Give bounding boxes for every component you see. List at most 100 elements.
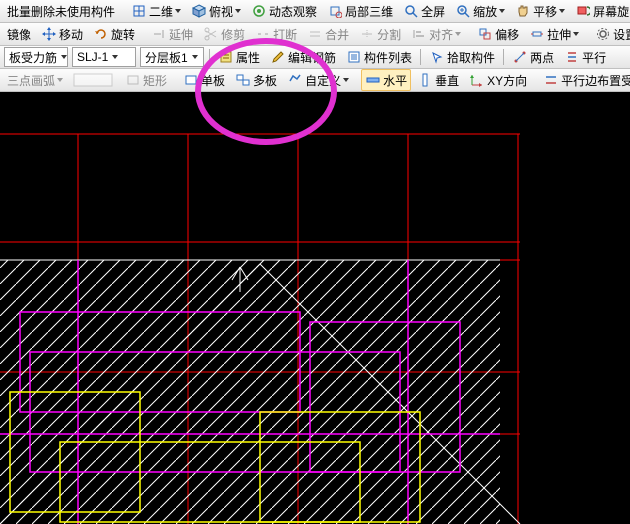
offset-label: 偏移 [495,26,519,43]
merge-icon [307,26,323,42]
screen-rot-button[interactable]: 屏幕旋 [571,0,630,22]
pick-icon [429,49,445,65]
rect-button: 矩形 [121,69,171,91]
pick-member-button[interactable]: 拾取构件 [425,46,499,68]
two-point-button[interactable]: 两点 [508,46,558,68]
xy-icon [469,72,485,88]
trim-label: 修剪 [221,26,245,43]
rotate-button[interactable]: 旋转 [89,23,139,45]
member-list-label: 构件列表 [364,49,412,66]
chevron-down-icon [175,9,181,13]
fullscreen-icon [403,3,419,19]
split-icon [359,26,375,42]
custom-button[interactable]: 自定义 [283,69,353,91]
horizontal-label: 水平 [383,72,407,89]
cad-drawing [0,92,630,524]
xy-dir-label: XY方向 [487,72,527,89]
parallel-button[interactable]: 平行 [560,46,610,68]
separator [209,49,210,65]
offset-button[interactable]: 偏移 [473,23,523,45]
fullscreen-button[interactable]: 全屏 [399,0,449,22]
del-unused-label: 批量删除未使用构件 [7,3,115,20]
member-list-button[interactable]: 构件列表 [342,46,416,68]
local3d-button[interactable]: 局部三维 [323,0,397,22]
two-point-label: 两点 [530,49,554,66]
stretch-button[interactable]: 拉伸 [525,23,583,45]
screen-rot-label: 屏幕旋 [593,3,629,20]
hand-icon [515,3,531,19]
rect-icon [125,72,141,88]
multi-slab-button[interactable]: 多板 [231,69,281,91]
local3d-icon [327,3,343,19]
drawbox-icon [73,72,113,88]
chevron-down-icon [192,55,198,59]
dynobs-button[interactable]: 动态观察 [247,0,321,22]
toolbar-row-3: 板受力筋 SLJ-1 分层板1 属性 编辑钢筋 构件列表 拾取构件 两点 平行 [0,46,630,69]
layer-value: 分层板1 [145,49,188,66]
settings-button[interactable]: 设置 [591,23,630,45]
xy-dir-button[interactable]: XY方向 [465,69,531,91]
single-slab-button[interactable]: 单板 [179,69,229,91]
move-icon [41,26,57,42]
move-label: 移动 [59,26,83,43]
view-2d-button[interactable]: 二维 [127,0,185,22]
overlook-button[interactable]: 俯视 [187,0,245,22]
pan-button[interactable]: 平移 [511,0,569,22]
parallel-edge-label: 平行边布置受 [561,72,630,89]
orbit-icon [251,3,267,19]
trim-button: 修剪 [199,23,249,45]
del-unused-button[interactable]: 批量删除未使用构件 [3,0,119,22]
chevron-down-icon [499,9,505,13]
trim-icon [203,26,219,42]
rebar-type-dropdown[interactable]: 板受力筋 [4,47,68,67]
cube-blue-icon [131,3,147,19]
zoom-button[interactable]: 缩放 [451,0,509,22]
align-icon [411,26,427,42]
rebar-code-dropdown[interactable]: SLJ-1 [72,47,136,67]
horizontal-button[interactable]: 水平 [361,69,411,91]
mirror-label: 镜像 [7,26,31,43]
toolbar-row-1: 批量删除未使用构件 二维 俯视 动态观察 局部三维 全屏 缩放 平移 屏幕旋 [0,0,630,23]
merge-label: 合并 [325,26,349,43]
stretch-label: 拉伸 [547,26,571,43]
parallel-edge-button[interactable]: 平行边布置受 [539,69,630,91]
zoom-label: 缩放 [473,3,497,20]
chevron-down-icon [112,55,118,59]
extend-button: 延伸 [147,23,197,45]
split-button: 分割 [355,23,405,45]
edit-rebar-label: 编辑钢筋 [288,49,336,66]
props-button[interactable]: 属性 [214,46,264,68]
break-button: 打断 [251,23,301,45]
edit-rebar-button[interactable]: 编辑钢筋 [266,46,340,68]
move-button[interactable]: 移动 [37,23,87,45]
arc3p-button: 三点画弧 [3,69,67,91]
pencil-icon [270,49,286,65]
layer-dropdown[interactable]: 分层板1 [140,47,204,67]
rebar-code-value: SLJ-1 [77,50,108,64]
single-slab-label: 单板 [201,72,225,89]
rect-label: 矩形 [143,72,167,89]
chevron-down-icon [559,9,565,13]
cad-viewport[interactable] [0,92,630,524]
props-label: 属性 [236,49,260,66]
list-icon [346,49,362,65]
view-2d-label: 二维 [149,3,173,20]
custom-label: 自定义 [305,72,341,89]
parallel-label: 平行 [582,49,606,66]
two-point-icon [512,49,528,65]
extend-label: 延伸 [169,26,193,43]
multi-slab-label: 多板 [253,72,277,89]
chevron-down-icon [235,9,241,13]
mirror-button[interactable]: 镜像 [3,23,35,45]
multi-slab-icon [235,72,251,88]
separator [420,49,421,65]
rotate-label: 旋转 [111,26,135,43]
vertical-button[interactable]: 垂直 [413,69,463,91]
horizontal-icon [365,72,381,88]
break-label: 打断 [273,26,297,43]
chevron-down-icon [455,32,461,36]
pan-label: 平移 [533,3,557,20]
merge-button: 合并 [303,23,353,45]
toolbar-row-2: 镜像 移动 旋转 延伸 修剪 打断 合并 分割 对齐 偏移 拉伸 设置 [0,23,630,46]
chevron-down-icon [61,55,67,59]
